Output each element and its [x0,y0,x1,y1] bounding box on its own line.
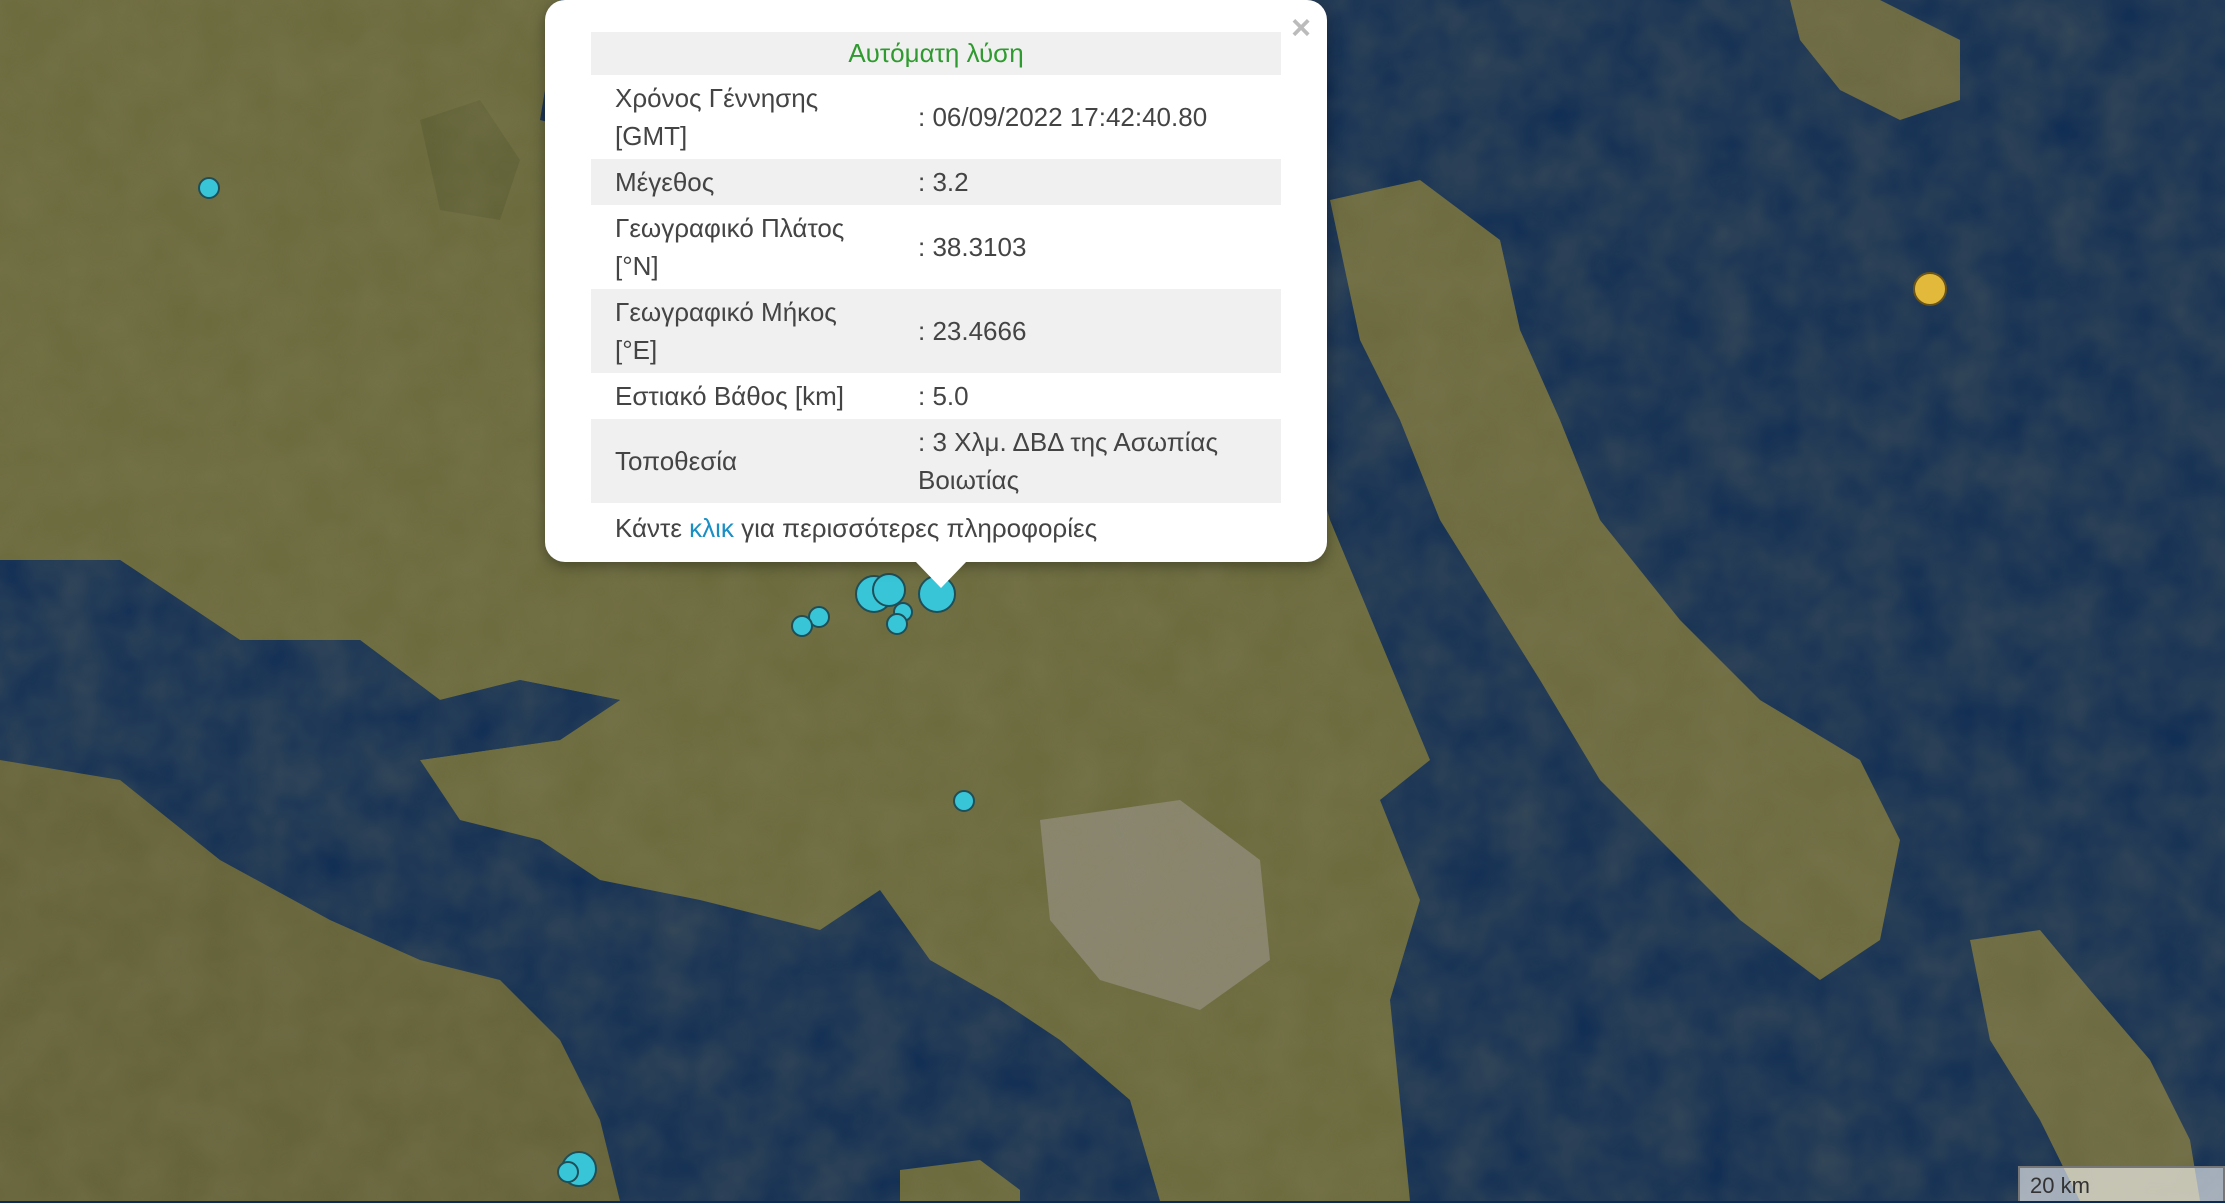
row-label: Μέγεθος [615,167,715,197]
close-icon[interactable]: × [1291,6,1311,50]
popup-title: Αυτόματη λύση [591,32,1281,75]
more-info-suffix: για περισσότερες πληροφορίες [733,513,1098,543]
earthquake-popup: × Αυτόματη λύση Χρόνος Γέννησης [GMT] : … [545,0,1327,588]
table-row: Χρόνος Γέννησης [GMT] : 06/09/2022 17:42… [591,75,1281,159]
more-info-link[interactable]: κλικ [689,513,734,543]
row-label: Χρόνος Γέννησης [GMT] [615,83,819,151]
table-row: Μέγεθος : 3.2 [591,159,1281,205]
earthquake-marker[interactable] [791,615,813,637]
scale-bar: 20 km [2018,1166,2225,1201]
earthquake-marker[interactable] [557,1161,579,1183]
earthquake-marker[interactable] [886,613,908,635]
earthquake-marker[interactable] [198,177,220,199]
row-label: Γεωγραφικό Μήκος [°E] [615,297,837,365]
more-info-text: Κάντε κλικ για περισσότερες πληροφορίες [591,503,1281,553]
earthquake-marker[interactable] [953,790,975,812]
table-row: Τοποθεσία : 3 Χλμ. ΔΒΔ της Ασωπίας Βοιωτ… [591,419,1281,503]
row-value: : 3 Χλμ. ΔΒΔ της Ασωπίας Βοιωτίας [918,427,1218,495]
row-value: : 5.0 [918,381,969,411]
table-row: Εστιακό Βάθος [km] : 5.0 [591,373,1281,419]
row-label: Τοποθεσία [615,446,738,476]
row-value: : 3.2 [918,167,969,197]
row-value: : 23.4666 [918,316,1027,346]
table-row: Γεωγραφικό Πλάτος [°N] : 38.3103 [591,205,1281,289]
row-label: Γεωγραφικό Πλάτος [°N] [615,213,845,281]
recent-earthquake-marker[interactable] [1913,272,1947,306]
more-info-prefix: Κάντε [615,513,690,543]
table-row: Γεωγραφικό Μήκος [°E] : 23.4666 [591,289,1281,373]
row-value: : 38.3103 [918,232,1027,262]
row-label: Εστιακό Βάθος [km] [615,381,844,411]
row-value: : 06/09/2022 17:42:40.80 [918,102,1208,132]
earthquake-details-table: Χρόνος Γέννησης [GMT] : 06/09/2022 17:42… [591,75,1281,503]
